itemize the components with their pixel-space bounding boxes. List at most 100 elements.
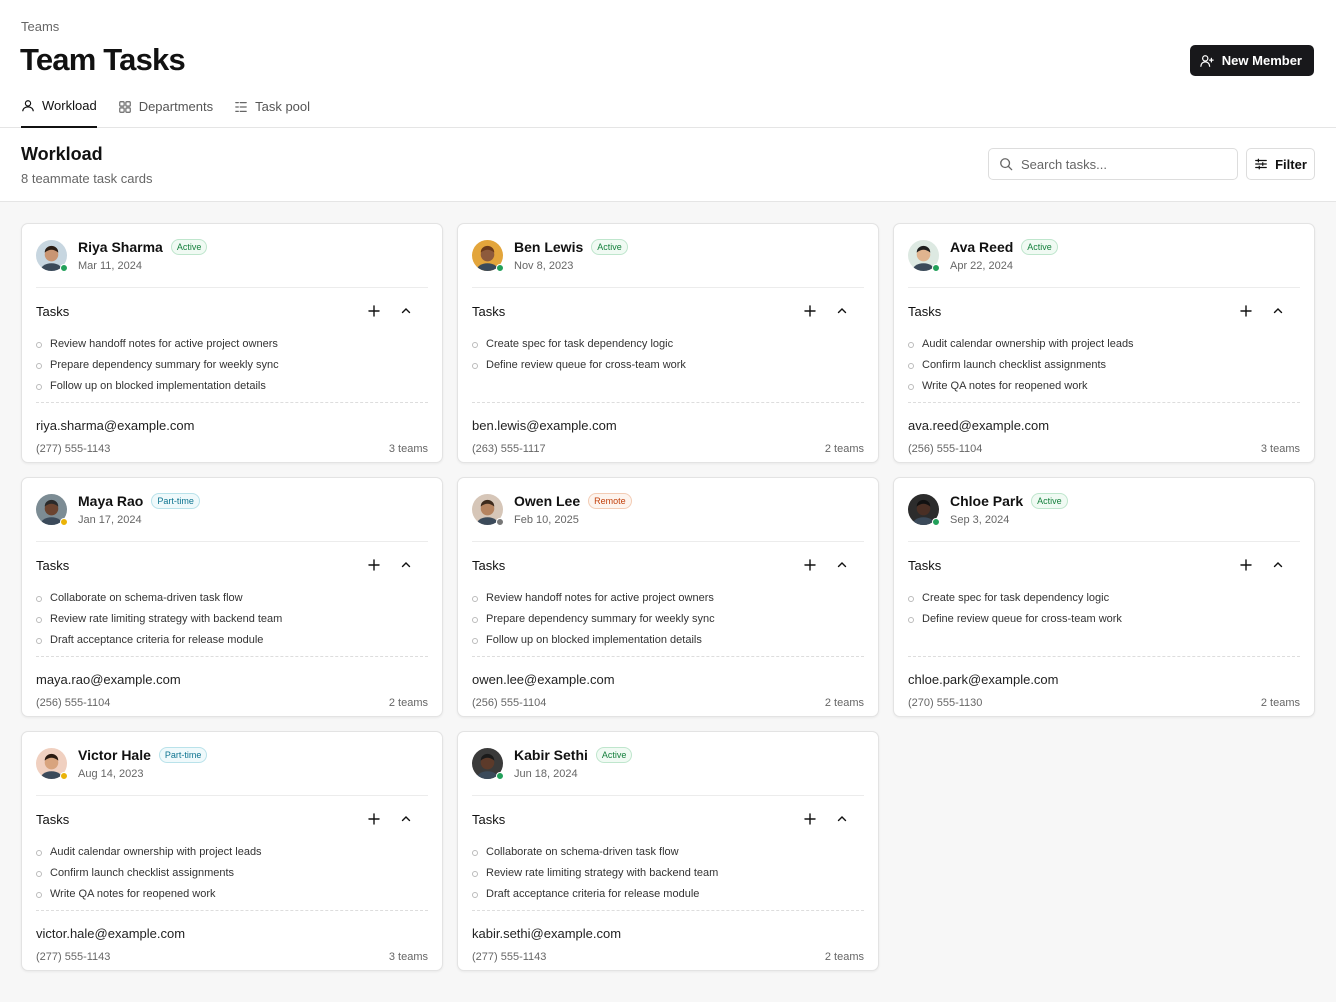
collapse-tasks-button[interactable] <box>1269 556 1287 574</box>
member-name[interactable]: Ava Reed <box>950 239 1013 255</box>
task-item[interactable]: Confirm launch checklist assignments <box>908 354 1300 375</box>
task-status-icon[interactable] <box>472 892 478 898</box>
task-status-icon[interactable] <box>36 638 42 644</box>
task-item[interactable]: Write QA notes for reopened work <box>908 375 1300 396</box>
task-item[interactable]: Review handoff notes for active project … <box>36 333 428 354</box>
task-item[interactable]: Confirm launch checklist assignments <box>36 862 428 883</box>
task-item[interactable]: Review rate limiting strategy with backe… <box>36 608 428 629</box>
team-count: 3 teams <box>388 951 428 963</box>
member-name[interactable]: Owen Lee <box>514 493 580 509</box>
task-item[interactable]: Follow up on blocked implementation deta… <box>472 629 864 650</box>
member-email[interactable]: ava.reed@example.com <box>908 418 1300 433</box>
task-text: Prepare dependency summary for weekly sy… <box>50 358 279 371</box>
task-item[interactable]: Audit calendar ownership with project le… <box>908 333 1300 354</box>
task-status-icon[interactable] <box>472 850 478 856</box>
avatar[interactable] <box>908 494 940 526</box>
task-item[interactable]: Create spec for task dependency logic <box>472 333 864 354</box>
task-status-icon[interactable] <box>472 342 478 348</box>
task-status-icon[interactable] <box>908 617 914 623</box>
avatar[interactable] <box>472 748 504 780</box>
avatar[interactable] <box>472 494 504 526</box>
avatar[interactable] <box>472 240 504 272</box>
task-item[interactable]: Prepare dependency summary for weekly sy… <box>472 608 864 629</box>
collapse-tasks-button[interactable] <box>397 302 415 320</box>
tab-departments[interactable]: Departments <box>118 98 213 128</box>
add-task-button[interactable] <box>1237 556 1255 574</box>
task-status-icon[interactable] <box>36 892 42 898</box>
member-name[interactable]: Kabir Sethi <box>514 747 588 763</box>
add-task-button[interactable] <box>801 556 819 574</box>
task-status-icon[interactable] <box>472 363 478 369</box>
task-item[interactable]: Prepare dependency summary for weekly sy… <box>36 354 428 375</box>
task-item[interactable]: Review handoff notes for active project … <box>472 587 864 608</box>
task-status-icon[interactable] <box>36 617 42 623</box>
collapse-tasks-button[interactable] <box>1269 302 1287 320</box>
task-status-icon[interactable] <box>472 638 478 644</box>
search-input[interactable] <box>1021 156 1221 172</box>
member-name[interactable]: Maya Rao <box>78 493 143 509</box>
tab-task-pool[interactable]: Task pool <box>234 98 310 128</box>
task-item[interactable]: Define review queue for cross-team work <box>472 354 864 375</box>
member-email[interactable]: victor.hale@example.com <box>36 926 428 941</box>
add-task-button[interactable] <box>801 810 819 828</box>
task-status-icon[interactable] <box>36 384 42 390</box>
task-status-icon[interactable] <box>908 384 914 390</box>
collapse-tasks-button[interactable] <box>833 810 851 828</box>
task-item[interactable]: Audit calendar ownership with project le… <box>36 841 428 862</box>
task-status-icon[interactable] <box>472 617 478 623</box>
task-status-icon[interactable] <box>908 596 914 602</box>
member-email[interactable]: riya.sharma@example.com <box>36 418 428 433</box>
task-item[interactable]: Collaborate on schema-driven task flow <box>36 587 428 608</box>
member-name[interactable]: Victor Hale <box>78 747 151 763</box>
new-member-button[interactable]: New Member <box>1189 45 1314 76</box>
teammate-card: Kabir Sethi Active Jun 18, 2024 Tasks Co… <box>457 731 879 971</box>
member-email[interactable]: maya.rao@example.com <box>36 672 428 687</box>
task-item[interactable]: Write QA notes for reopened work <box>36 883 428 904</box>
add-task-button[interactable] <box>365 302 383 320</box>
task-status-icon[interactable] <box>36 871 42 877</box>
add-task-button[interactable] <box>801 302 819 320</box>
task-status-icon[interactable] <box>472 871 478 877</box>
task-status-icon[interactable] <box>36 342 42 348</box>
task-item[interactable]: Draft acceptance criteria for release mo… <box>472 883 864 904</box>
task-status-icon[interactable] <box>908 342 914 348</box>
member-email[interactable]: chloe.park@example.com <box>908 672 1300 687</box>
task-item[interactable]: Draft acceptance criteria for release mo… <box>36 629 428 650</box>
filter-button[interactable]: Filter <box>1246 148 1315 180</box>
collapse-tasks-button[interactable] <box>833 302 851 320</box>
add-task-button[interactable] <box>365 556 383 574</box>
task-status-icon[interactable] <box>36 596 42 602</box>
add-task-button[interactable] <box>1237 302 1255 320</box>
search-box[interactable] <box>988 148 1238 180</box>
avatar[interactable] <box>36 240 68 272</box>
task-status-icon[interactable] <box>36 850 42 856</box>
avatar[interactable] <box>36 748 68 780</box>
member-name[interactable]: Riya Sharma <box>78 239 163 255</box>
card-header: Maya Rao Part-time Jan 17, 2024 <box>36 478 428 542</box>
task-status-icon[interactable] <box>908 363 914 369</box>
avatar[interactable] <box>36 494 68 526</box>
task-item[interactable]: Create spec for task dependency logic <box>908 587 1300 608</box>
avatar[interactable] <box>908 240 940 272</box>
member-email[interactable]: kabir.sethi@example.com <box>472 926 864 941</box>
member-email[interactable]: owen.lee@example.com <box>472 672 864 687</box>
member-email[interactable]: ben.lewis@example.com <box>472 418 864 433</box>
task-item[interactable]: Define review queue for cross-team work <box>908 608 1300 629</box>
add-task-button[interactable] <box>365 810 383 828</box>
task-status-icon[interactable] <box>472 596 478 602</box>
teammate-card: Ben Lewis Active Nov 8, 2023 Tasks Creat… <box>457 223 879 463</box>
task-item[interactable]: Follow up on blocked implementation deta… <box>36 375 428 396</box>
tab-workload[interactable]: Workload <box>21 98 97 128</box>
task-item[interactable]: Collaborate on schema-driven task flow <box>472 841 864 862</box>
tasks-header: Tasks <box>36 288 428 333</box>
card-header: Kabir Sethi Active Jun 18, 2024 <box>472 732 864 796</box>
plus-icon <box>368 305 380 317</box>
collapse-tasks-button[interactable] <box>397 556 415 574</box>
task-item[interactable]: Review rate limiting strategy with backe… <box>472 862 864 883</box>
breadcrumb[interactable]: Teams <box>21 19 59 34</box>
collapse-tasks-button[interactable] <box>833 556 851 574</box>
task-status-icon[interactable] <box>36 363 42 369</box>
collapse-tasks-button[interactable] <box>397 810 415 828</box>
member-name[interactable]: Chloe Park <box>950 493 1023 509</box>
member-name[interactable]: Ben Lewis <box>514 239 583 255</box>
